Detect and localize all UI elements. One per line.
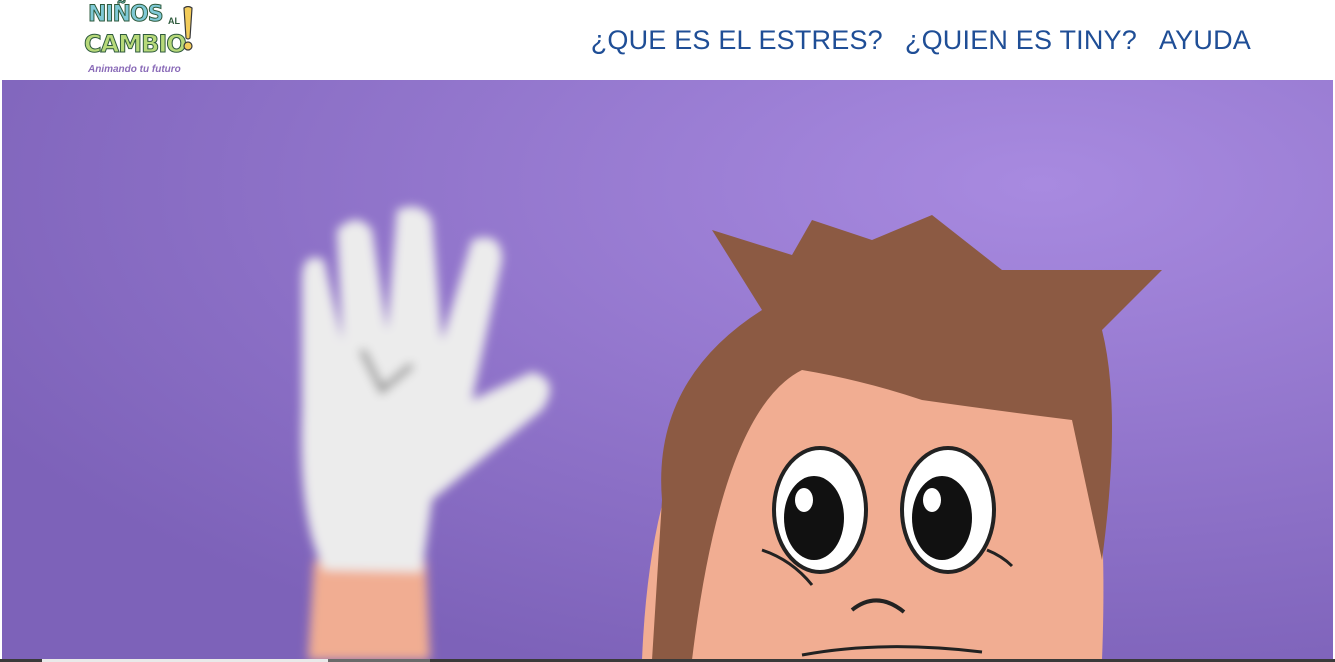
nav-link-que-es-el-estres[interactable]: ¿QUE ES EL ESTRES? [591, 25, 883, 56]
exclamation-icon [183, 6, 193, 51]
logo-tagline: Animando tu futuro [88, 64, 181, 75]
video-player[interactable] [2, 80, 1333, 660]
main-nav: ¿QUE ES EL ESTRES? ¿QUIEN ES TINY? AYUDA [591, 25, 1251, 56]
nav-link-quien-es-tiny[interactable]: ¿QUIEN ES TINY? [905, 25, 1137, 56]
site-header: NIÑOS AL CAMBIO Animando tu futuro ¿QUE … [0, 0, 1335, 80]
site-logo[interactable]: NIÑOS AL CAMBIO Animando tu futuro [84, 0, 204, 78]
logo-text-al: AL [168, 16, 180, 26]
logo-text-cambio: CAMBIO [84, 30, 188, 59]
logo-text-ninos: NIÑOS [88, 2, 165, 28]
video-frame [2, 80, 1333, 660]
nav-link-ayuda[interactable]: AYUDA [1159, 25, 1251, 56]
